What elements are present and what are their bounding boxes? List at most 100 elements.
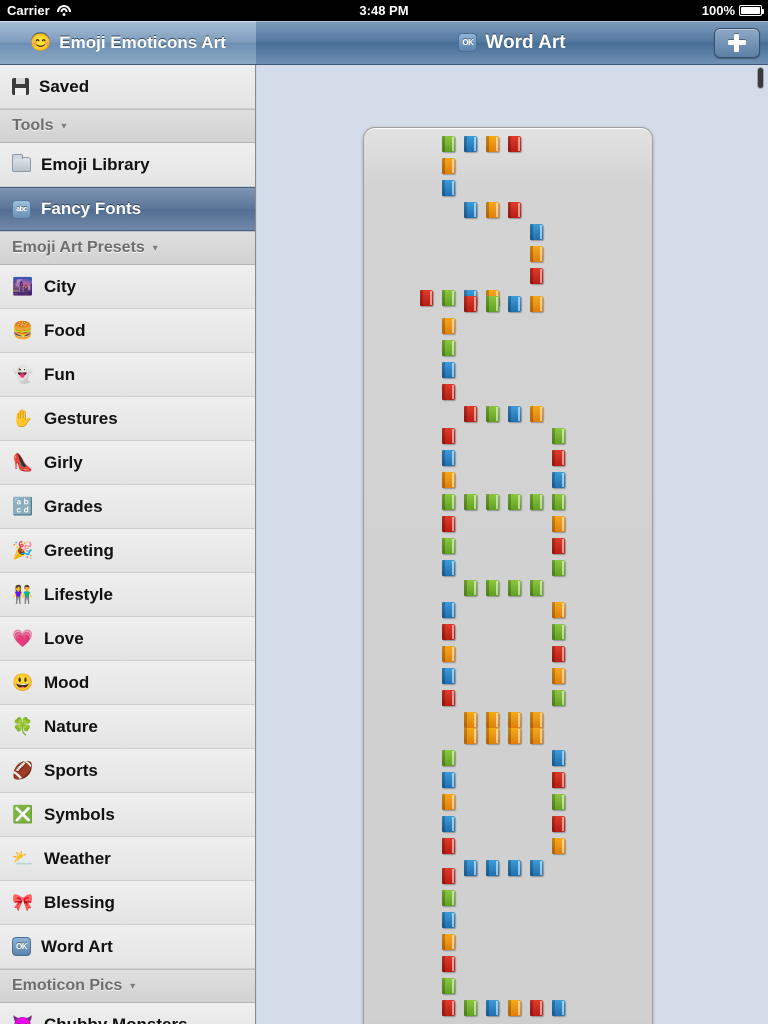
sidebar-item-city[interactable]: 🌆 City: [0, 265, 255, 309]
book-emoji-blue: [508, 406, 521, 422]
book-emoji-green: [464, 580, 477, 596]
book-emoji-orange: [486, 136, 499, 152]
sidebar-item-label: Lifestyle: [44, 584, 113, 604]
pink-heart-emoji: 💗: [12, 629, 34, 648]
abcd-badge-emoji: 🔡: [12, 497, 34, 516]
book-emoji-orange: [552, 602, 565, 618]
book-emoji-blue: [442, 180, 455, 196]
sidebar[interactable]: Saved Tools ▼ Emoji Library abc Fancy Fonts Em…: [0, 65, 256, 1024]
party-popper-emoji: 🎉: [12, 541, 34, 560]
book-emoji-orange: [552, 838, 565, 854]
sidebar-item-label: Chubby Monsters: [44, 1014, 188, 1024]
sidebar-item-label: Emoji Library: [41, 154, 150, 174]
sidebar-item-greeting[interactable]: 🎉 Greeting: [0, 529, 255, 573]
book-emoji-blue: [530, 860, 543, 876]
sidebar-item-grades[interactable]: 🔡 Grades: [0, 485, 255, 529]
book-emoji-orange: [508, 712, 521, 728]
book-emoji-red: [552, 450, 565, 466]
book-emoji-red: [442, 384, 455, 400]
couple-emoji: 👫: [12, 585, 34, 604]
sidebar-item-label: Greeting: [44, 540, 114, 560]
sidebar-item-label: Grades: [44, 496, 103, 516]
sidebar-item-label: Symbols: [44, 804, 115, 824]
book-emoji-orange: [442, 472, 455, 488]
sidebar-item-blessing[interactable]: 🎀 Blessing: [0, 881, 255, 925]
chevron-down-icon: ▼: [150, 243, 160, 253]
book-emoji-red: [442, 838, 455, 854]
smiley-emoji-icon: 😊: [30, 32, 52, 52]
vertical-scrollbar[interactable]: [757, 67, 764, 89]
book-emoji-green: [442, 750, 455, 766]
book-emoji-blue: [442, 912, 455, 928]
master-nav-header[interactable]: 😊 Emoji Emoticons Art: [0, 21, 256, 65]
ok-badge-icon: OK: [12, 937, 31, 956]
book-emoji-green: [442, 978, 455, 994]
book-emoji-blue: [442, 560, 455, 576]
book-emoji-green: [442, 340, 455, 356]
book-emoji-red: [508, 202, 521, 218]
book-emoji-red: [464, 296, 477, 312]
sidebar-item-emoji-library[interactable]: Emoji Library: [0, 143, 255, 187]
book-emoji-orange: [486, 728, 499, 744]
sidebar-item-label: Girly: [44, 452, 83, 472]
sidebar-item-weather[interactable]: ⛅ Weather: [0, 837, 255, 881]
book-emoji-red: [442, 1000, 455, 1016]
sidebar-item-saved[interactable]: Saved: [0, 65, 255, 109]
book-emoji-orange: [530, 406, 543, 422]
detail-nav-header: OK Word Art: [256, 21, 768, 65]
chevron-down-icon: ▼: [128, 981, 138, 991]
sidebar-item-label: Food: [44, 320, 86, 340]
raised-hand-emoji: ✋: [12, 409, 34, 428]
book-emoji-green: [552, 794, 565, 810]
sidebar-item-fun[interactable]: 👻 Fun: [0, 353, 255, 397]
sidebar-item-love[interactable]: 💗 Love: [0, 617, 255, 661]
book-emoji-green: [552, 560, 565, 576]
sidebar-item-label: Fun: [44, 364, 76, 384]
sidebar-item-chubby-monsters[interactable]: 😈 Chubby Monsters: [0, 1003, 255, 1024]
book-emoji-blue: [530, 224, 543, 240]
detail-content: [257, 65, 768, 1024]
sidebar-item-gestures[interactable]: ✋ Gestures: [0, 397, 255, 441]
book-emoji-green: [486, 494, 499, 510]
book-emoji-red: [420, 290, 433, 306]
page-title: Word Art: [485, 31, 566, 53]
book-emoji-red: [442, 868, 455, 884]
status-bar: Carrier 3:48 PM 100%: [0, 0, 768, 21]
sidebar-section-emoji-art-presets[interactable]: Emoji Art Presets ▼: [0, 231, 255, 265]
sidebar-item-sports[interactable]: 🏈 Sports: [0, 749, 255, 793]
sidebar-item-girly[interactable]: 👠 Girly: [0, 441, 255, 485]
book-emoji-red: [552, 646, 565, 662]
sidebar-section-label: Emoticon Pics: [12, 977, 123, 994]
book-emoji-green: [442, 538, 455, 554]
book-emoji-blue: [464, 860, 477, 876]
sidebar-section-label: Emoji Art Presets: [12, 239, 145, 256]
book-emoji-orange: [442, 794, 455, 810]
sidebar-item-fancy-fonts[interactable]: abc Fancy Fonts: [0, 187, 255, 231]
book-emoji-green: [508, 494, 521, 510]
sidebar-item-label: Nature: [44, 716, 98, 736]
sidebar-section-emoticon-pics[interactable]: Emoticon Pics ▼: [0, 969, 255, 1003]
book-emoji-blue: [508, 296, 521, 312]
sidebar-section-tools[interactable]: Tools ▼: [0, 109, 255, 143]
book-emoji-green: [552, 494, 565, 510]
book-emoji-green: [442, 290, 455, 306]
word-art-card[interactable]: [363, 127, 653, 1024]
sunset-emoji: 🌆: [12, 277, 34, 296]
sidebar-item-nature[interactable]: 🍀 Nature: [0, 705, 255, 749]
navigation-bar: 😊 Emoji Emoticons Art OK Word Art: [0, 21, 768, 65]
add-button[interactable]: [714, 28, 760, 58]
sidebar-item-symbols[interactable]: ❎ Symbols: [0, 793, 255, 837]
sidebar-item-lifestyle[interactable]: 👫 Lifestyle: [0, 573, 255, 617]
detail-title-wrap: OK Word Art: [458, 31, 566, 54]
sidebar-item-label: Saved: [39, 76, 90, 96]
book-emoji-blue: [442, 602, 455, 618]
sidebar-item-word-art[interactable]: OK Word Art: [0, 925, 255, 969]
book-emoji-blue: [464, 202, 477, 218]
book-emoji-green: [552, 624, 565, 640]
book-emoji-green: [530, 580, 543, 596]
book-emoji-green: [442, 890, 455, 906]
book-emoji-orange: [486, 202, 499, 218]
four-leaf-clover-emoji: 🍀: [12, 717, 34, 736]
sidebar-item-food[interactable]: 🍔 Food: [0, 309, 255, 353]
sidebar-item-mood[interactable]: 😃 Mood: [0, 661, 255, 705]
